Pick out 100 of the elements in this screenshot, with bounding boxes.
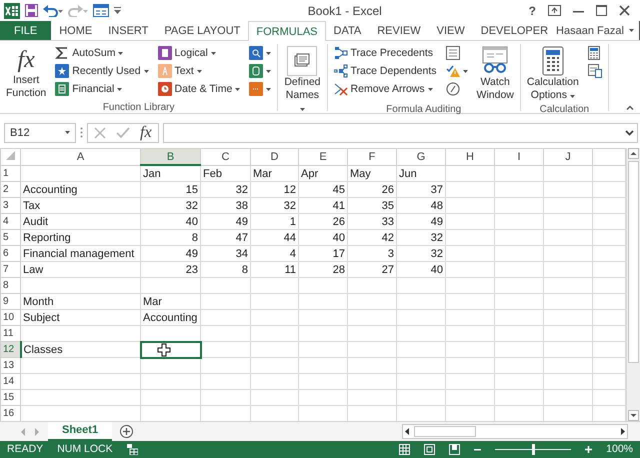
scroll-left-icon[interactable] <box>403 426 412 438</box>
row-header[interactable]: 1 <box>0 165 20 182</box>
column-header[interactable]: F <box>348 148 396 166</box>
ribbon-button[interactable]: Recently Used <box>53 62 151 80</box>
ribbon-button[interactable]: Calculation Options <box>524 44 581 104</box>
row-header[interactable]: 15 <box>0 390 20 406</box>
help-button[interactable]: ? <box>528 4 536 18</box>
caret-icon[interactable] <box>235 88 240 91</box>
ribbon-tab[interactable]: FILE <box>0 21 52 40</box>
name-box[interactable]: B12 <box>4 122 76 143</box>
caret-icon[interactable] <box>118 52 124 55</box>
ribbon-tab[interactable]: REVIEW <box>369 21 429 40</box>
ribbon-tab[interactable]: DATA <box>326 21 370 40</box>
insert-function-button[interactable]: fx <box>140 124 152 142</box>
check-icon[interactable] <box>116 126 130 139</box>
column-header[interactable]: J <box>544 148 592 166</box>
normal-view-icon[interactable] <box>399 444 410 455</box>
column-header[interactable]: A <box>20 148 140 166</box>
table-cell: Month <box>20 294 140 310</box>
ribbon-tab[interactable]: VIEW <box>428 21 473 40</box>
add-sheet-icon[interactable] <box>120 425 134 438</box>
collapse-ribbon-icon[interactable] <box>626 105 634 110</box>
row-header[interactable]: 10 <box>0 310 20 326</box>
row-header[interactable]: 11 <box>0 326 20 342</box>
sheet-tab[interactable]: Sheet1 <box>48 422 112 441</box>
ribbon-display-icon[interactable] <box>548 5 561 16</box>
form-icon[interactable] <box>93 4 109 18</box>
save-icon[interactable] <box>25 4 38 18</box>
column-header[interactable]: G <box>396 148 446 166</box>
row-header[interactable]: 7 <box>0 262 20 278</box>
ribbon-icon-button[interactable] <box>247 62 274 80</box>
caret-icon[interactable] <box>210 52 216 55</box>
column-header[interactable]: B <box>140 148 200 166</box>
slider-thumb[interactable] <box>532 444 535 455</box>
ribbon-tab[interactable]: PAGE LAYOUT <box>156 21 248 40</box>
row-header[interactable]: 14 <box>0 374 20 390</box>
caret-icon[interactable] <box>628 29 634 32</box>
caret-icon[interactable] <box>196 70 202 73</box>
user-name[interactable]: Hasaan Fazal <box>556 24 624 37</box>
page-break-icon[interactable] <box>449 444 460 455</box>
row-header[interactable]: 3 <box>0 198 20 214</box>
ribbon-button[interactable]: Defined Names <box>282 44 323 118</box>
ribbon-button[interactable]: Watch Window <box>474 44 516 104</box>
caret-icon[interactable] <box>144 70 149 73</box>
caret-icon[interactable] <box>65 131 70 134</box>
row-header[interactable]: 4 <box>0 214 20 230</box>
ribbon-tab[interactable]: DEVELOPER <box>472 21 556 40</box>
column-header[interactable]: C <box>200 148 250 166</box>
ribbon-icon-button[interactable] <box>247 80 274 98</box>
row-header[interactable]: 12 <box>0 342 20 358</box>
ribbon-button[interactable]: Date & Time <box>156 80 242 98</box>
ribbon-button[interactable]: Financial <box>53 80 151 98</box>
ribbon-tab[interactable]: FORMULAS <box>248 21 326 42</box>
row-header[interactable]: 6 <box>0 246 20 262</box>
row-header[interactable]: 5 <box>0 230 20 246</box>
ribbon-button[interactable]: Logical <box>156 44 242 62</box>
ribbon-button[interactable]: Remove Arrows <box>332 80 439 98</box>
ribbon-button[interactable]: Trace Dependents <box>332 62 439 80</box>
row-header[interactable]: 2 <box>0 182 20 198</box>
column-header[interactable]: D <box>250 148 298 166</box>
app-icon[interactable] <box>4 2 20 19</box>
column-header[interactable]: H <box>446 148 494 166</box>
scroll-thumb[interactable] <box>414 426 476 438</box>
row-header[interactable]: 8 <box>0 278 20 294</box>
caret-icon[interactable] <box>266 52 272 55</box>
caret-icon[interactable] <box>300 108 305 112</box>
caret-icon[interactable] <box>428 88 433 91</box>
row-header[interactable]: 9 <box>0 294 20 310</box>
expand-icon[interactable] <box>625 130 634 136</box>
column-header[interactable]: I <box>494 148 544 166</box>
scroll-thumb[interactable] <box>628 161 639 364</box>
ribbon-button[interactable]: Text <box>156 62 242 80</box>
zoom-in-icon[interactable] <box>585 446 592 453</box>
formula-field[interactable] <box>162 122 638 143</box>
ribbon-button[interactable]: AutoSum <box>53 44 151 62</box>
scroll-up-icon[interactable] <box>628 148 639 160</box>
page-layout-icon[interactable] <box>424 444 436 455</box>
caret-icon[interactable] <box>117 88 122 91</box>
active-cell[interactable] <box>140 342 200 358</box>
caret-icon[interactable] <box>570 95 575 98</box>
zoom-level[interactable]: 100% <box>606 443 633 456</box>
maximize-icon[interactable] <box>596 5 607 16</box>
scroll-down-icon[interactable] <box>628 410 639 422</box>
caret-icon[interactable] <box>266 88 272 91</box>
macro-record-icon[interactable] <box>126 444 138 455</box>
ribbon-tab[interactable]: HOME <box>51 21 100 40</box>
column-header[interactable]: E <box>298 148 348 166</box>
caret-icon[interactable] <box>266 70 272 73</box>
row-header[interactable]: 13 <box>0 358 20 374</box>
row-header[interactable]: 16 <box>0 406 20 422</box>
customize-caret-icon[interactable] <box>114 7 121 14</box>
scroll-right-icon[interactable] <box>618 426 627 438</box>
undo-icon[interactable] <box>43 4 63 18</box>
ribbon-tab[interactable]: INSERT <box>100 21 156 40</box>
caret-icon[interactable] <box>462 70 468 73</box>
ribbon-icon-button[interactable] <box>586 62 604 80</box>
ribbon-button[interactable]: fx Insert Function <box>4 44 48 102</box>
close-icon[interactable] <box>619 5 630 16</box>
ribbon-icon-button[interactable] <box>247 44 274 62</box>
ribbon-button[interactable]: Trace Precedents <box>332 44 439 62</box>
